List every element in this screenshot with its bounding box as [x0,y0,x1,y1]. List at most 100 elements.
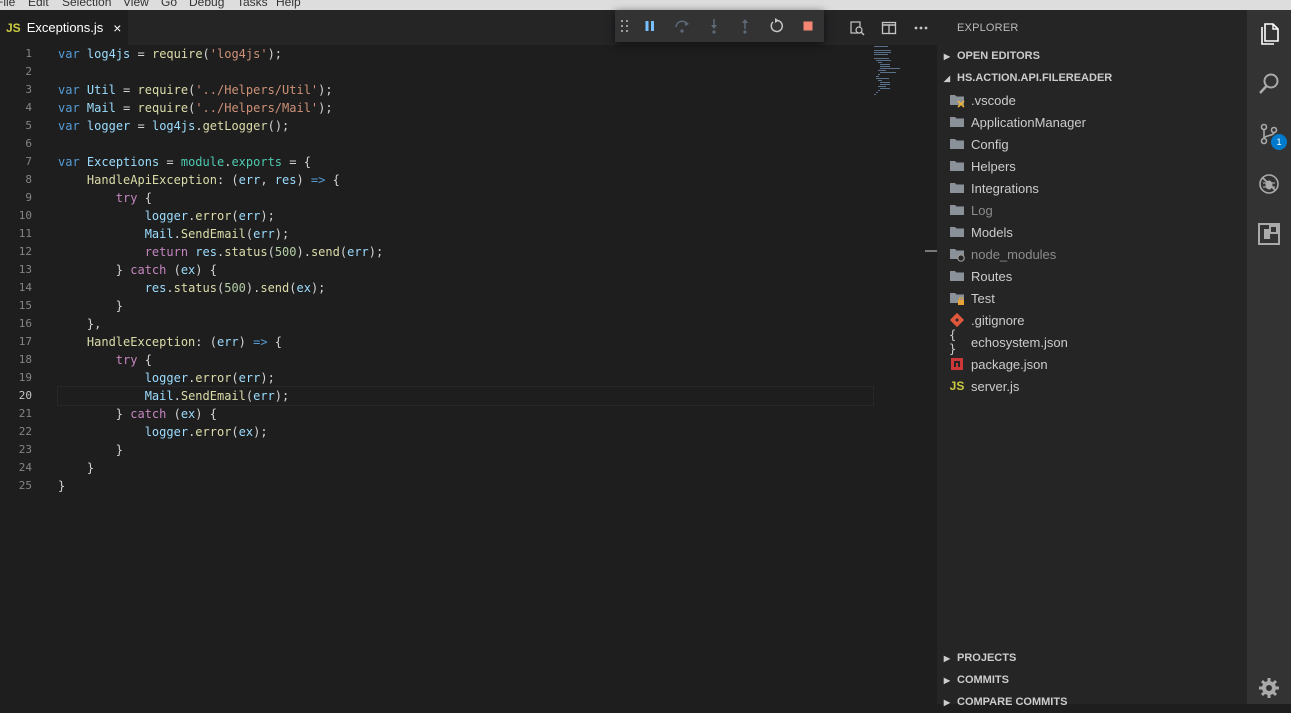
editor-scrollbar[interactable] [923,45,937,704]
source-control-button[interactable]: 1 [1247,110,1291,158]
section-label: COMPARE COMMITS [957,696,1068,708]
section-label: OPEN EDITORS [957,50,1040,62]
chevron-down-icon: ◢ [943,73,951,83]
section-compare-commits[interactable]: ▶ COMPARE COMMITS [937,691,1247,713]
step-over-button[interactable] [666,10,698,42]
split-editor-button[interactable] [873,10,905,45]
line-number: 4 [25,101,32,114]
scm-count-badge: 1 [1271,134,1287,150]
section-commits[interactable]: ▶ COMMITS [937,669,1247,691]
open-changes-button[interactable] [841,10,873,45]
extensions-button[interactable] [1247,210,1291,258]
tree-item-label: Routes [971,268,1013,284]
pause-button[interactable] [635,10,667,42]
tree-item[interactable]: package.json [937,353,1247,375]
settings-button[interactable] [1247,664,1291,712]
tree-item[interactable]: .vscode [937,89,1247,111]
explorer-button[interactable] [1247,10,1291,58]
code-line: logger.error(ex); [144,425,268,439]
line-number: 1 [25,47,32,60]
current-code-line: Mail.SendEmail(err); [57,386,874,406]
more-actions-button[interactable] [905,10,937,45]
tree-item[interactable]: { } echosystem.json [937,328,1247,356]
js-file-icon: JS [949,379,965,393]
chevron-right-icon: ▶ [943,51,951,61]
menu-selection[interactable]: Selection [62,0,111,9]
folder-icon [949,202,965,218]
tree-item[interactable]: JS server.js [937,375,1247,397]
line-number: 9 [25,191,32,204]
line-number-gutter: 1 2 3 4 5 6 7 8 9 10 11 12 13 14 15 16 17 18 19 20 21 22 23 24 2… [0,45,44,495]
menu-edit[interactable]: Edit [28,0,49,9]
restart-icon [770,18,783,33]
menu-debug[interactable]: Debug [189,0,224,9]
line-number: 6 [25,137,32,150]
tree-item-label: .gitignore [971,312,1025,328]
code-editor[interactable]: 1 2 3 4 5 6 7 8 9 10 11 12 13 14 15 16 17 18 19 20 21 22 23 24 2… [0,45,923,704]
folder-test-icon [949,290,965,306]
code-line: var Util = require('../Helpers/Util'); [58,83,333,97]
section-label: COMMITS [957,674,1009,686]
line-number: 2 [25,65,32,78]
line-number: 19 [18,371,32,384]
tree-item-label: Models [971,224,1013,240]
line-number: 8 [25,173,32,186]
debug-button[interactable] [1247,160,1291,208]
line-number: 11 [18,227,32,240]
folder-icon [949,180,965,196]
code-line: logger.error(err); [144,209,275,223]
folder-icon [949,136,965,152]
tree-item[interactable]: ApplicationManager [937,111,1247,133]
stop-button[interactable] [792,10,824,42]
menu-file[interactable]: File [0,0,15,9]
menu-go[interactable]: Go [161,0,177,9]
tree-item[interactable]: Helpers [937,155,1247,177]
tree-item[interactable]: node_modules [937,243,1247,265]
folder-icon [949,114,965,130]
close-icon[interactable]: × [113,20,121,36]
code-line: try { [115,191,152,205]
menu-help[interactable]: Help [276,0,301,9]
tree-item[interactable]: Routes [937,265,1247,287]
restart-button[interactable] [761,10,793,42]
tree-item[interactable]: Integrations [937,177,1247,199]
line-number: 12 [18,245,32,258]
menu-tasks[interactable]: Tasks [237,0,268,9]
search-button[interactable] [1247,60,1291,108]
tree-item[interactable]: Log [937,199,1247,221]
folder-node-icon [949,246,965,262]
step-out-button[interactable] [729,10,761,42]
chevron-right-icon: ▶ [943,653,951,663]
code-content[interactable]: var log4js = require('log4js'); var Util… [57,45,874,495]
section-label: HS.ACTION.API.FILEREADER [957,72,1113,84]
git-icon [949,312,965,328]
explorer-sidebar: EXPLORER ▶ OPEN EDITORS ◢ HS.ACTION.API.… [937,10,1247,708]
section-open-editors[interactable]: ▶ OPEN EDITORS [937,45,1247,67]
tree-item[interactable]: Models [937,221,1247,243]
tree-item-label: package.json [971,356,1048,372]
line-number: 18 [18,353,32,366]
step-into-icon [710,19,717,34]
step-into-button[interactable] [698,10,730,42]
minimap[interactable] [873,45,923,105]
tree-item[interactable]: .gitignore [937,309,1247,331]
step-out-icon [742,19,749,34]
section-projects[interactable]: ▶ PROJECTS [937,647,1247,669]
tree-item[interactable]: Config [937,133,1247,155]
tab-exceptions-js[interactable]: JS Exceptions.js × [0,10,128,45]
line-number: 5 [25,119,32,132]
step-over-icon [675,20,690,33]
menu-bar: File Edit Selection View Go Debug Tasks … [0,0,1291,10]
code-line: } [58,461,95,475]
ellipsis-icon [914,26,928,29]
folder-icon [949,224,965,240]
tree-item[interactable]: Test [937,287,1247,309]
menu-view[interactable]: View [123,0,149,9]
tree-item-label: Integrations [971,180,1039,196]
drag-handle[interactable] [615,10,635,42]
tree-item-label: echosystem.json [971,334,1068,350]
debug-toolbar [615,10,824,42]
section-project[interactable]: ◢ HS.ACTION.API.FILEREADER [937,67,1247,89]
line-number: 14 [18,281,32,294]
code-line: return res.status(500).send(err); [144,245,384,259]
